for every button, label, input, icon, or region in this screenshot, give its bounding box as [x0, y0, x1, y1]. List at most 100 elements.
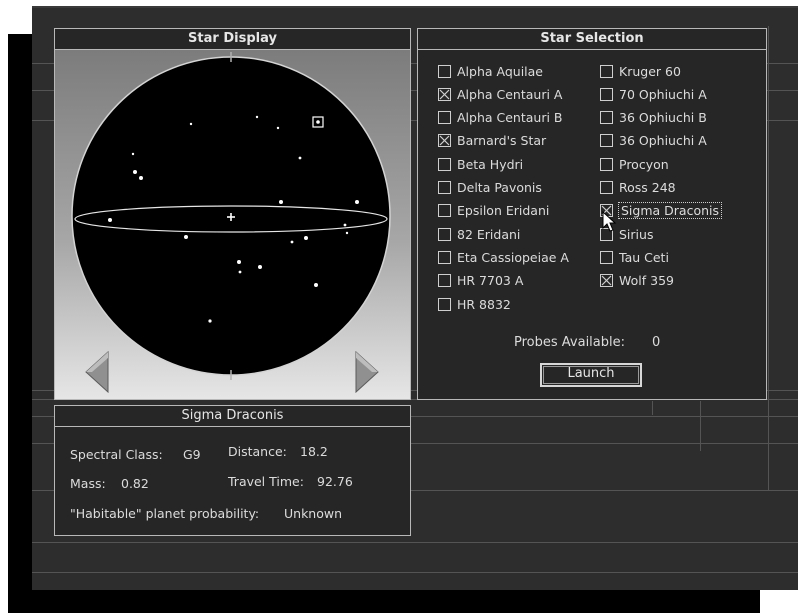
probes-label: Probes Available: — [514, 335, 626, 350]
checkbox[interactable] — [438, 181, 451, 194]
star-option-36-ophiuchi-b[interactable]: 36 Ophiuchi B — [600, 109, 707, 127]
checkbox[interactable] — [600, 111, 613, 125]
checkbox[interactable] — [438, 134, 451, 148]
star-option-label: 82 Eridani — [457, 226, 521, 242]
check-x-icon — [601, 275, 612, 286]
travel-time-label: Travel Time: — [228, 474, 304, 489]
star-dot — [290, 240, 294, 244]
star-option-label: Tau Ceti — [619, 249, 669, 265]
star-option-label: Delta Pavonis — [457, 180, 542, 195]
star-option-label: Beta Hydri — [457, 156, 524, 172]
habitable-value: Unknown — [284, 506, 343, 521]
rotate-right-icon[interactable] — [354, 351, 380, 393]
star-selection-panel: Star Selection Alpha Aquilae Alpha Centau… — [417, 28, 767, 400]
checkbox[interactable] — [600, 134, 613, 148]
star-option-70-ophiuchi-a[interactable]: 70 Ophiuchi A — [600, 85, 707, 103]
game-screen: Star Display Star Selection Alpha Aquila… — [32, 6, 798, 590]
checkbox[interactable] — [438, 111, 451, 125]
star-dot — [238, 270, 242, 274]
star-display-panel: Star Display — [54, 28, 411, 400]
star-option-label: 36 Ophiuchi A — [619, 133, 707, 149]
checkbox[interactable] — [600, 87, 613, 101]
star-dot — [298, 156, 302, 160]
star-option-beta-hydri[interactable]: Beta Hydri — [438, 155, 523, 173]
star-option-delta-pavonis[interactable]: Delta Pavonis — [438, 179, 542, 197]
grid-line — [768, 26, 769, 491]
mass-label: Mass: — [70, 476, 106, 491]
star-option-label: HR 8832 — [457, 296, 511, 312]
check-x-icon — [439, 135, 450, 146]
star-option-label: Alpha Centauri B — [457, 110, 563, 126]
star-option-label: Barnard's Star — [457, 133, 547, 149]
star-option-label: Kruger 60 — [619, 63, 681, 79]
star-option-procyon[interactable]: Procyon — [600, 155, 669, 173]
star-display-view[interactable] — [55, 50, 410, 399]
star-option-label: Wolf 359 — [619, 273, 674, 289]
star-dot — [237, 260, 241, 264]
star-option-label: 36 Ophiuchi B — [619, 110, 707, 126]
habitable-label: "Habitable" planet probability: — [70, 506, 260, 521]
star-option-alpha-aquilae[interactable]: Alpha Aquilae — [438, 62, 543, 80]
star-option-sigma-draconis[interactable]: Sigma Draconis — [600, 202, 723, 220]
checkbox[interactable] — [438, 274, 451, 288]
star-dot — [355, 200, 359, 204]
travel-time-value: 92.76 — [317, 474, 353, 489]
spectral-value: G9 — [183, 447, 201, 462]
checkbox[interactable] — [438, 227, 451, 241]
star-dot — [189, 122, 193, 126]
star-dot — [208, 319, 212, 323]
star-selection-title: Star Selection — [418, 29, 766, 50]
star-option-alpha-centauri-a[interactable]: Alpha Centauri A — [438, 85, 562, 103]
check-x-icon — [439, 89, 450, 100]
distance-value: 18.2 — [300, 444, 328, 459]
star-dot — [258, 265, 262, 269]
star-option-epsilon-eridani[interactable]: Epsilon Eridani — [438, 202, 549, 220]
checkbox[interactable] — [438, 64, 451, 78]
checkbox[interactable] — [438, 87, 451, 101]
info-star-name: Sigma Draconis — [55, 406, 410, 427]
star-option-hr-8832[interactable]: HR 8832 — [438, 295, 511, 313]
star-dot — [184, 235, 188, 239]
star-dot — [343, 223, 347, 227]
launch-button[interactable]: Launch — [540, 363, 642, 387]
star-option-barnard-s-star[interactable]: Barnard's Star — [438, 132, 546, 150]
star-option-label: HR 7703 A — [457, 273, 524, 289]
star-option-label: Sigma Draconis — [617, 202, 723, 220]
star-dot — [276, 126, 280, 130]
mouse-pointer-icon — [602, 211, 617, 232]
checkbox[interactable] — [600, 250, 613, 264]
star-option-tau-ceti[interactable]: Tau Ceti — [600, 248, 669, 266]
checkbox[interactable] — [438, 297, 451, 311]
top-edge — [32, 6, 798, 8]
star-option-82-eridani[interactable]: 82 Eridani — [438, 225, 520, 243]
star-dot — [131, 152, 135, 156]
star-option-wolf-359[interactable]: Wolf 359 — [600, 272, 674, 290]
star-option-hr-7703-a[interactable]: HR 7703 A — [438, 272, 523, 290]
star-option-kruger-60[interactable]: Kruger 60 — [600, 62, 681, 80]
checkbox[interactable] — [438, 157, 451, 171]
star-dot — [108, 218, 112, 222]
star-option-eta-cassiopeiae-a[interactable]: Eta Cassiopeiae A — [438, 248, 569, 266]
grid-line — [652, 401, 653, 415]
star-option-36-ophiuchi-a[interactable]: 36 Ophiuchi A — [600, 132, 707, 150]
star-dot — [304, 236, 308, 240]
checkbox[interactable] — [600, 157, 613, 171]
distance-label: Distance: — [228, 444, 287, 459]
star-option-label: Alpha Aquilae — [457, 63, 543, 79]
star-option-label: 70 Ophiuchi A — [619, 86, 707, 102]
checkbox[interactable] — [600, 181, 613, 194]
star-display-title: Star Display — [55, 29, 410, 50]
checkbox[interactable] — [438, 250, 451, 264]
star-dot — [345, 231, 349, 235]
star-option-alpha-centauri-b[interactable]: Alpha Centauri B — [438, 109, 563, 127]
checkbox[interactable] — [600, 274, 613, 288]
grid-line — [32, 542, 798, 543]
star-option-label: Alpha Centauri A — [457, 86, 563, 102]
grid-line — [700, 401, 701, 451]
checkbox[interactable] — [600, 64, 613, 78]
mass-value: 0.82 — [121, 476, 149, 491]
star-option-ross-248[interactable]: Ross 248 — [600, 179, 676, 197]
rotate-left-icon[interactable] — [84, 351, 110, 393]
checkbox[interactable] — [438, 204, 451, 218]
star-dot — [314, 283, 318, 287]
